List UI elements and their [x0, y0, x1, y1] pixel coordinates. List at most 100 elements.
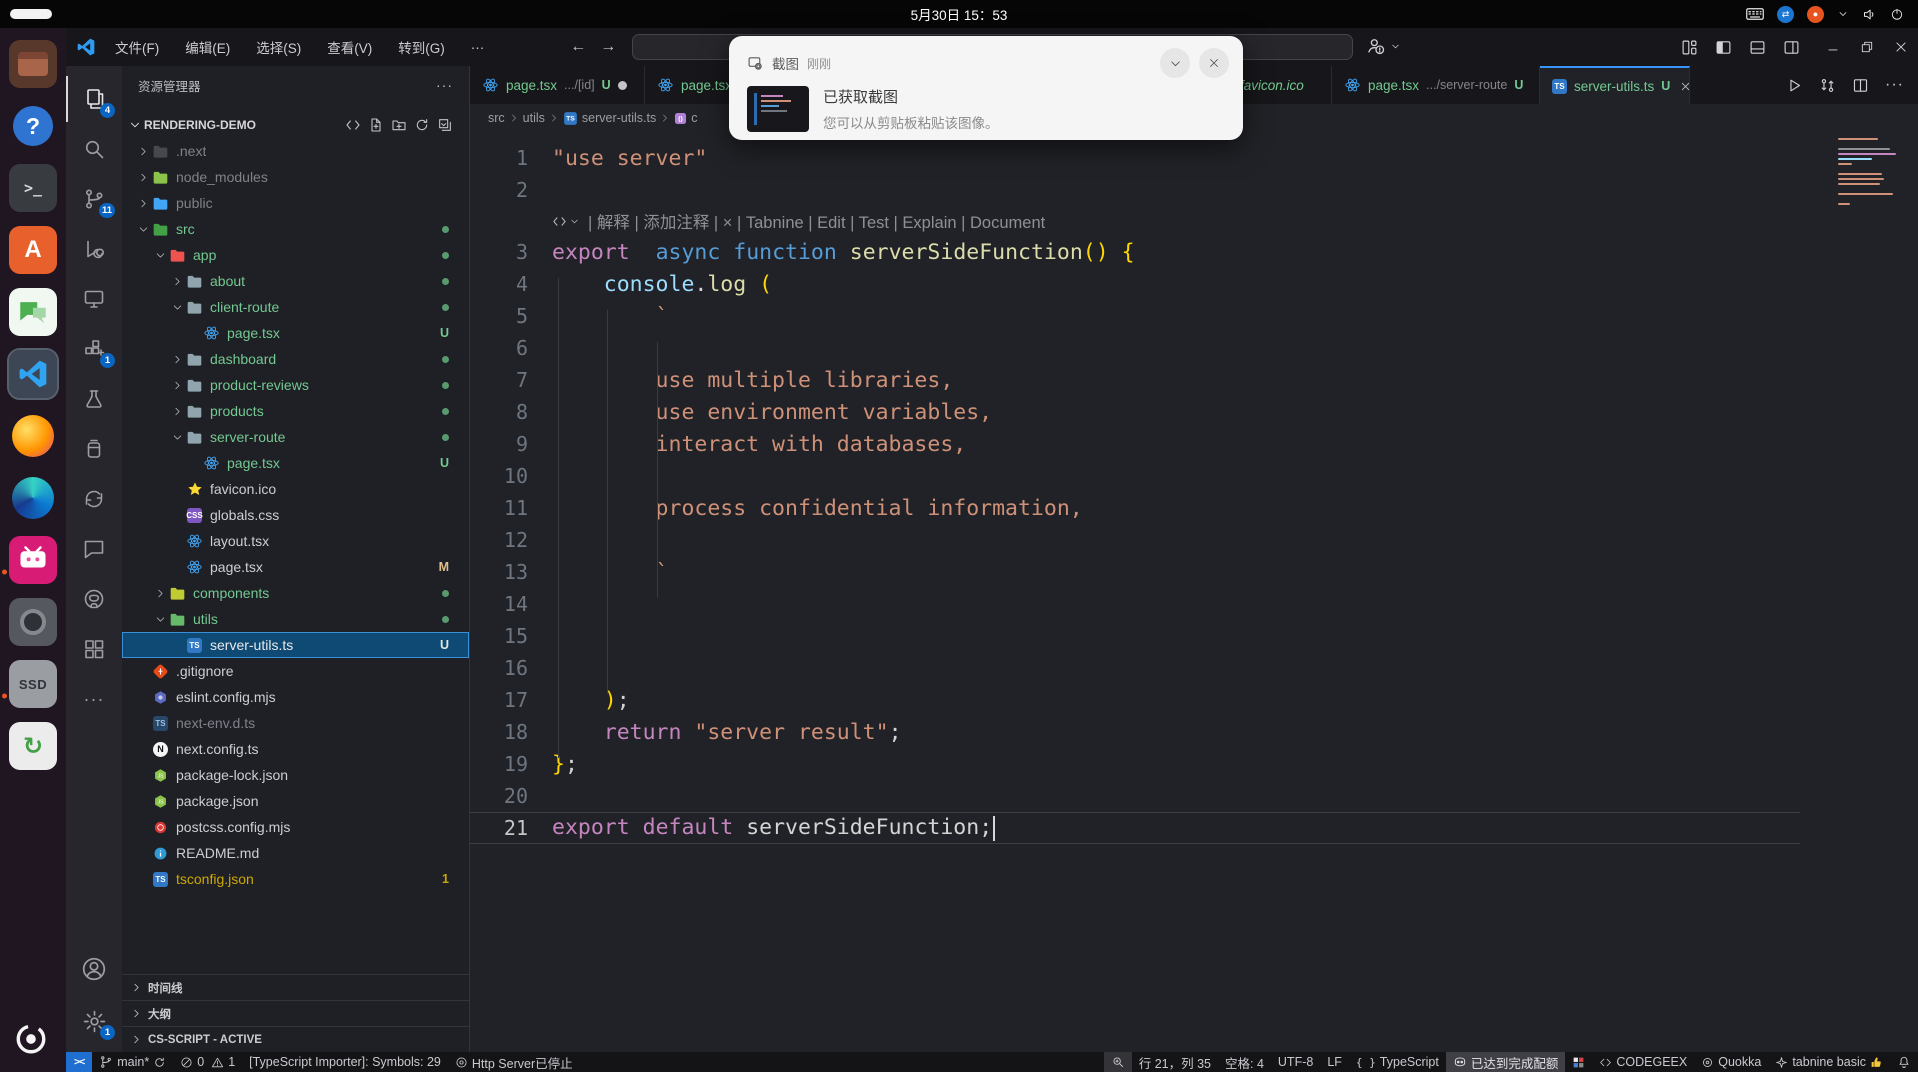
tree-item-.next[interactable]: .next — [122, 138, 469, 164]
code-line-19[interactable]: 19}; — [470, 748, 1800, 780]
dock-software-app[interactable]: A — [9, 226, 57, 274]
tree-item-page.tsx[interactable]: page.tsx M — [122, 554, 469, 580]
menu-view[interactable]: 查看(V) — [314, 34, 385, 60]
tree-item-server-utils.ts[interactable]: TS server-utils.ts U — [122, 632, 469, 658]
nav-back-icon[interactable]: ← — [563, 38, 593, 56]
toggle-panel-icon[interactable] — [1740, 28, 1774, 66]
activity-account-icon[interactable] — [66, 946, 122, 992]
tree-item-layout.tsx[interactable]: layout.tsx — [122, 528, 469, 554]
account-menu[interactable] — [1366, 36, 1401, 56]
code-line-20[interactable]: 20 — [470, 780, 1800, 812]
activity-explorer-icon[interactable]: 4 — [66, 76, 122, 122]
code-line-15[interactable]: 15 — [470, 620, 1800, 652]
code-line-5[interactable]: 5 ` — [470, 300, 1800, 332]
menu-file[interactable]: 文件(F) — [102, 34, 172, 60]
status-encoding[interactable]: UTF-8 — [1271, 1052, 1320, 1072]
dock-show-apps-logo[interactable] — [14, 1022, 48, 1056]
status-copilot-quota[interactable]: 已达到完成配额 — [1445, 1052, 1566, 1072]
tree-item-tsconfig.json[interactable]: TS tsconfig.json 1 — [122, 866, 469, 892]
customize-layout-icon[interactable] — [1672, 28, 1706, 66]
codelens-actions[interactable]: | 解释 | 添加注释 | × | Tabnine | Edit | Test … — [470, 206, 1918, 236]
code-line-10[interactable]: 10 — [470, 460, 1800, 492]
code-icon[interactable] — [345, 117, 361, 133]
chevron-down-icon[interactable] — [134, 223, 152, 236]
activity-run-debug-icon[interactable] — [66, 226, 122, 272]
workspace-pill[interactable] — [10, 9, 52, 19]
dock-terminal-app[interactable]: >_ — [9, 164, 57, 212]
status-notifications-bell[interactable] — [1890, 1052, 1918, 1072]
tab-page.tsx-3[interactable]: page.tsx .../server-route U — [1332, 66, 1540, 104]
more-actions-icon[interactable]: ··· — [1885, 76, 1904, 94]
breadcrumb-item-c[interactable]: () c — [674, 111, 697, 125]
screenshot-thumbnail[interactable] — [747, 86, 809, 132]
collapse-icon[interactable] — [437, 117, 453, 133]
tree-item-globals.css[interactable]: CSS globals.css — [122, 502, 469, 528]
tree-item-app[interactable]: app — [122, 242, 469, 268]
workspace-section-title[interactable]: RENDERING-DEMO — [144, 118, 256, 132]
activity-more-views-icon[interactable]: ··· — [66, 676, 122, 722]
activity-source-control-icon[interactable]: 11 — [66, 176, 122, 222]
restore-icon[interactable] — [1850, 28, 1884, 66]
chevron-down-icon[interactable] — [128, 118, 142, 132]
tree-item-src[interactable]: src — [122, 216, 469, 242]
breadcrumb-item-server-utils.ts[interactable]: TS server-utils.ts — [563, 111, 656, 126]
code-line-1[interactable]: 1 "use server" — [470, 142, 1800, 174]
menu-more[interactable]: ··· — [458, 34, 498, 60]
dock-screenshot-app[interactable] — [9, 598, 57, 646]
dock-edge[interactable] — [9, 474, 57, 522]
code-editor[interactable]: 1 "use server" 2 | 解释 | 添加注释 | × | Tabnine … — [470, 132, 1918, 1052]
chevron-down-icon[interactable] — [168, 431, 186, 444]
code-line-16[interactable]: 16 — [470, 652, 1800, 684]
activity-github-icon[interactable] — [66, 576, 122, 622]
tree-item-products[interactable]: products — [122, 398, 469, 424]
new-folder-icon[interactable] — [391, 117, 407, 133]
code-line-18[interactable]: 18 return "server result"; — [470, 716, 1800, 748]
status-quokka[interactable]: Quokka — [1694, 1052, 1768, 1072]
unsaved-dot-icon[interactable] — [617, 80, 627, 90]
dock-files-app[interactable] — [9, 40, 57, 88]
minimize-icon[interactable] — [1816, 28, 1850, 66]
toggle-sidebar-icon[interactable] — [1706, 28, 1740, 66]
code-line-6[interactable]: 6 — [470, 332, 1800, 364]
code-line-3[interactable]: 3 export async function serverSideFunctio… — [470, 236, 1800, 268]
activity-packages-icon[interactable] — [66, 626, 122, 672]
chevron-right-icon[interactable] — [168, 353, 186, 366]
tree-item-about[interactable]: about — [122, 268, 469, 294]
minimap[interactable] — [1838, 138, 1904, 205]
activity-chat-view-icon[interactable] — [66, 526, 122, 572]
tree-item-page.tsx[interactable]: page.tsx U — [122, 450, 469, 476]
activity-extensions-icon[interactable]: 1 — [66, 326, 122, 372]
sidebar-more-actions-icon[interactable]: ··· — [436, 77, 453, 93]
panel-cs-script[interactable]: CS-SCRIPT - ACTIVE — [122, 1026, 469, 1052]
menu-edit[interactable]: 编辑(E) — [172, 34, 243, 60]
system-tray[interactable]: ⇄ ● — [1746, 0, 1904, 28]
tree-item-dashboard[interactable]: dashboard — [122, 346, 469, 372]
code-line-7[interactable]: 7 use multiple libraries, — [470, 364, 1800, 396]
code-line-13[interactable]: 13 ` — [470, 556, 1800, 588]
toggle-secondary-sidebar-icon[interactable] — [1774, 28, 1808, 66]
activity-remote-explorer-icon[interactable] — [66, 276, 122, 322]
dock-ssd-app[interactable]: SSD — [9, 660, 57, 708]
code-line-9[interactable]: 9 interact with databases, — [470, 428, 1800, 460]
new-file-icon[interactable] — [368, 117, 384, 133]
tree-item-page.tsx[interactable]: page.tsx U — [122, 320, 469, 346]
activity-settings-icon[interactable]: 1 — [66, 998, 122, 1044]
code-line-8[interactable]: 8 use environment variables, — [470, 396, 1800, 428]
chevron-right-icon[interactable] — [168, 379, 186, 392]
notification-close-icon[interactable] — [1199, 48, 1229, 78]
status-zoom-indicator[interactable] — [1103, 1052, 1132, 1072]
chevron-right-icon[interactable] — [134, 197, 152, 210]
code-line-2[interactable]: 2 — [470, 174, 1800, 206]
breadcrumb-item-utils[interactable]: utils — [523, 111, 545, 125]
status-indentation[interactable]: 空格: 4 — [1218, 1052, 1271, 1072]
tree-item-utils[interactable]: utils — [122, 606, 469, 632]
tree-item-package.json[interactable]: JS package.json — [122, 788, 469, 814]
notification-expand-icon[interactable] — [1160, 48, 1190, 78]
status-cursor-position[interactable]: 行 21，列 35 — [1132, 1052, 1218, 1072]
code-line-21[interactable]: 21 export default serverSideFunction; — [470, 812, 1800, 844]
chevron-down-icon[interactable] — [168, 301, 186, 314]
tab-server-utils.ts-4[interactable]: TS server-utils.ts U — [1540, 66, 1690, 104]
status-blackbox[interactable] — [1565, 1052, 1592, 1072]
tree-item-next-env.d.ts[interactable]: TS next-env.d.ts — [122, 710, 469, 736]
chevron-right-icon[interactable] — [168, 405, 186, 418]
